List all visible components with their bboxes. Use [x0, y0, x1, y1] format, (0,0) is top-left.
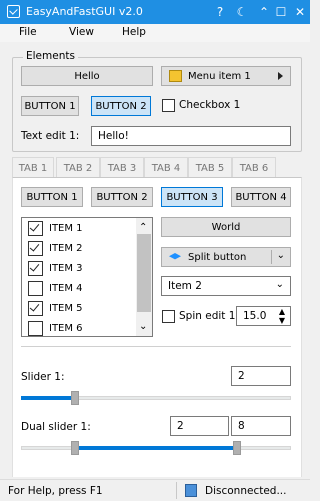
chevron-right-icon [278, 72, 283, 80]
slider-1-label: Slider 1: [21, 371, 65, 383]
tab-1[interactable]: TAB 1 [12, 157, 54, 178]
list-item[interactable]: ITEM 1 [28, 218, 83, 238]
scroll-up-icon[interactable]: ⌃ [139, 222, 147, 233]
slider-1-fill [21, 396, 75, 400]
app-icon [7, 5, 20, 18]
status-bar: For Help, press F1 Disconnected... [0, 479, 310, 501]
tab-4[interactable]: TAB 4 [144, 157, 188, 178]
list-item-label: ITEM 3 [49, 262, 83, 274]
tab-4-label: TAB 4 [151, 162, 181, 174]
menu-item-1-label: Menu item 1 [188, 70, 251, 82]
list-item[interactable]: ITEM 6 [28, 318, 83, 338]
check-icon [29, 260, 40, 272]
graduation-cap-icon [169, 253, 181, 260]
scroll-down-icon[interactable]: ⌄ [139, 321, 147, 332]
scroll-thumb[interactable] [137, 234, 151, 312]
tab-6-label: TAB 6 [239, 162, 269, 174]
button-1[interactable]: BUTTON 1 [21, 96, 79, 116]
tab-1-label: TAB 1 [18, 162, 48, 174]
network-icon [185, 484, 197, 497]
status-connection-text: Disconnected... [205, 485, 287, 497]
moon-icon[interactable]: ☾ [231, 0, 253, 24]
list-item-checkbox[interactable] [28, 300, 43, 316]
separator [21, 346, 291, 347]
world-button[interactable]: World [161, 217, 291, 237]
window-title: EasyAndFastGUI v2.0 [26, 5, 143, 18]
tab-button-2[interactable]: BUTTON 2 [91, 187, 153, 207]
dual-slider-high-value[interactable]: 8 [231, 416, 291, 436]
split-button-label: Split button [188, 251, 247, 263]
split-divider [271, 250, 272, 264]
list-item-checkbox[interactable] [28, 260, 43, 276]
help-icon[interactable]: ? [209, 0, 231, 24]
text-edit-1-input[interactable]: Hello! [91, 126, 291, 146]
button-2[interactable]: BUTTON 2 [91, 96, 151, 116]
list-item-label: ITEM 4 [49, 282, 83, 294]
tab-2[interactable]: TAB 2 [56, 157, 100, 178]
check-icon [29, 240, 40, 252]
status-divider [176, 482, 177, 499]
list-item-checkbox[interactable] [28, 240, 43, 256]
tab-5-label: TAB 5 [195, 162, 225, 174]
dual-slider-track[interactable] [21, 446, 291, 450]
elements-group-title: Elements [23, 50, 78, 62]
close-icon[interactable]: ✕ [289, 0, 311, 24]
check-icon [29, 300, 40, 312]
list-item-checkbox[interactable] [28, 280, 43, 296]
menu-bar: File View Help [0, 24, 310, 42]
title-bar[interactable]: EasyAndFastGUI v2.0 ? ☾ ⌃ ☐ ✕ [0, 0, 310, 24]
tab-6[interactable]: TAB 6 [232, 157, 276, 178]
slider-1-value[interactable]: 2 [231, 366, 291, 386]
menu-item-1-button[interactable]: Menu item 1 [161, 66, 291, 86]
dual-slider-high-thumb[interactable] [233, 441, 241, 455]
dual-slider-fill [76, 446, 238, 450]
list-item[interactable]: ITEM 5 [28, 298, 83, 318]
list-item[interactable]: ITEM 3 [28, 258, 83, 278]
tab-2-label: TAB 2 [63, 162, 93, 174]
list-item[interactable]: ITEM 4 [28, 278, 83, 298]
folder-icon [169, 70, 182, 82]
menu-view[interactable]: View [69, 26, 94, 38]
list-item-label: ITEM 2 [49, 242, 83, 254]
item-combo[interactable]: Item 2 ⌄ [161, 276, 291, 296]
dual-slider-low-value[interactable]: 2 [170, 416, 229, 436]
tab-5[interactable]: TAB 5 [188, 157, 232, 178]
list-item-checkbox[interactable] [28, 320, 43, 336]
hello-button[interactable]: Hello [21, 66, 153, 86]
slider-1-thumb[interactable] [71, 391, 79, 405]
spin-edit-1-value: 15.0 [243, 310, 267, 322]
list-scrollbar[interactable]: ⌃ ⌄ [136, 218, 152, 336]
list-item-label: ITEM 6 [49, 322, 83, 334]
list-item-label: ITEM 1 [49, 222, 83, 234]
menu-file[interactable]: File [19, 26, 37, 38]
list-item-label: ITEM 5 [49, 302, 83, 314]
text-edit-1-label: Text edit 1: [21, 130, 80, 142]
tab-button-1[interactable]: BUTTON 1 [21, 187, 83, 207]
chevron-down-icon[interactable]: ⌄ [276, 279, 284, 290]
list-item-checkbox[interactable] [28, 220, 43, 236]
checkbox-1[interactable] [162, 99, 175, 112]
spin-checkbox[interactable] [162, 310, 175, 323]
spin-edit-1-label: Spin edit 1: [179, 310, 239, 322]
slider-1-track[interactable] [21, 396, 291, 400]
tab-button-3[interactable]: BUTTON 3 [161, 187, 223, 207]
split-button[interactable]: Split button ⌄ [161, 247, 291, 267]
checkbox-1-label: Checkbox 1 [179, 99, 241, 111]
list-item[interactable]: ITEM 2 [28, 238, 83, 258]
spin-arrows-icon[interactable]: ▲ ▼ [279, 307, 285, 325]
chevron-down-icon[interactable]: ⌄ [277, 250, 285, 261]
dual-slider-low-thumb[interactable] [71, 441, 79, 455]
spin-edit-1-input[interactable]: 15.0 ▲ ▼ [236, 306, 291, 326]
tab-3[interactable]: TAB 3 [100, 157, 144, 178]
status-help-text: For Help, press F1 [8, 485, 103, 497]
tab-button-4[interactable]: BUTTON 4 [231, 187, 291, 207]
check-icon [29, 220, 40, 232]
menu-help[interactable]: Help [122, 26, 146, 38]
dual-slider-1-label: Dual slider 1: [21, 421, 91, 433]
item-combo-value: Item 2 [168, 280, 202, 292]
tab-3-label: TAB 3 [107, 162, 137, 174]
